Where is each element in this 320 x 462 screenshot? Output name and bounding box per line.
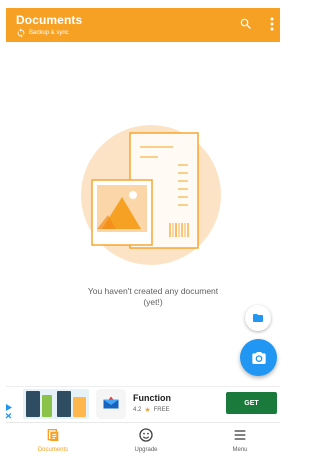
- nav-upgrade[interactable]: Upgrade: [111, 425, 181, 461]
- camera-icon: [251, 351, 266, 364]
- bottom-navigation: Documents Upgrade Menu: [6, 422, 280, 462]
- page-title: Documents: [16, 13, 83, 27]
- empty-state-message: You haven't created any document (yet!): [87, 286, 219, 307]
- ad-get-button[interactable]: GET: [226, 392, 277, 414]
- ad-app-name: Function: [133, 393, 171, 403]
- star-icon: ★: [144, 407, 151, 414]
- adchoices-icon[interactable]: [5, 403, 13, 419]
- smiley-icon: [139, 428, 153, 442]
- nav-documents-label: Documents: [37, 447, 69, 453]
- status-bar: [0, 0, 283, 8]
- backup-sync-label: Backup & sync: [29, 30, 69, 36]
- ad-price: FREE: [153, 407, 170, 413]
- empty-documents-illustration: [81, 125, 221, 265]
- ad-banner[interactable]: Function 4.2 ★ FREE GET: [5, 386, 280, 423]
- search-icon[interactable]: [239, 17, 253, 31]
- folder-icon: [253, 314, 263, 322]
- scan-camera-button[interactable]: [240, 339, 277, 376]
- nav-documents[interactable]: Documents: [18, 425, 88, 461]
- ad-rating: 4.2 ★ FREE: [133, 406, 170, 414]
- envelope-icon: [103, 396, 119, 409]
- sync-icon: [17, 28, 25, 38]
- ad-screenshots-image: [23, 389, 89, 419]
- documents-icon: [47, 429, 59, 441]
- backup-sync-button[interactable]: Backup & sync: [16, 28, 69, 38]
- more-options-icon[interactable]: [268, 16, 276, 32]
- photo-graphic: [91, 179, 153, 246]
- documents-list-area: You haven't created any document (yet!): [6, 42, 280, 385]
- import-folder-button[interactable]: [245, 305, 271, 331]
- nav-upgrade-label: Upgrade: [134, 447, 158, 453]
- menu-icon: [234, 430, 246, 440]
- ad-rating-value: 4.2: [133, 407, 142, 413]
- ad-app-icon: [96, 389, 126, 419]
- nav-menu[interactable]: Menu: [205, 425, 275, 461]
- nav-menu-label: Menu: [232, 447, 248, 453]
- app-bar: Documents Backup & sync: [6, 8, 280, 42]
